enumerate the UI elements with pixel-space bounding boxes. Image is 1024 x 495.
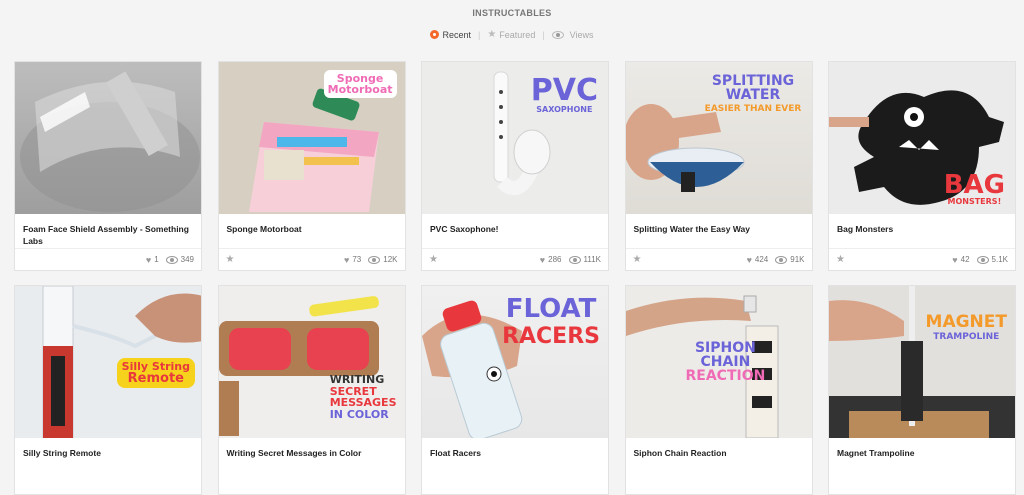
star-icon[interactable]: ★ xyxy=(429,254,438,265)
project-grid: Foam Face Shield Assembly - Something La… xyxy=(14,61,1016,495)
thumbnail-label: Silly String Remote xyxy=(116,358,195,388)
filter-recent[interactable]: Recent xyxy=(430,30,471,40)
eye-icon xyxy=(775,255,788,264)
view-count: 5.1K xyxy=(991,255,1008,265)
project-thumbnail[interactable]: FLOAT RACERS xyxy=(422,286,608,438)
project-card[interactable]: FLOAT RACERS Float Racers xyxy=(421,285,609,495)
like-count: 424 xyxy=(754,255,769,265)
project-thumbnail[interactable]: BAG MONSTERS! xyxy=(829,62,1015,214)
project-thumbnail[interactable]: PVC SAXOPHONE xyxy=(422,62,608,214)
eye-icon xyxy=(976,255,989,264)
thumbnail-label: BAG MONSTERS! xyxy=(943,170,1005,206)
filter-featured-label: Featured xyxy=(499,29,536,40)
thumbnail-label: SIPHON CHAIN REACTION xyxy=(685,340,766,384)
thumbnail-label: WRITING SECRET MESSAGES IN COLOR xyxy=(329,373,397,421)
project-title[interactable]: Siphon Chain Reaction xyxy=(626,438,812,473)
project-thumbnail[interactable]: WRITING SECRET MESSAGES IN COLOR xyxy=(218,286,405,438)
project-thumbnail[interactable]: SIPHON CHAIN REACTION xyxy=(625,286,812,438)
filter-recent-label: Recent xyxy=(442,29,471,40)
project-card[interactable]: MAGNET TRAMPOLINE Magnet Trampoline xyxy=(828,285,1016,495)
project-card[interactable]: BAG MONSTERS! Bag Monsters ★ ♥ 42 5.1K xyxy=(828,61,1016,271)
project-thumbnail[interactable]: Sponge Motorboat xyxy=(218,62,405,214)
project-title[interactable]: Sponge Motorboat xyxy=(219,214,405,248)
like-count: 286 xyxy=(548,255,562,265)
filter-views-label: Views xyxy=(569,29,594,40)
view-count: 111K xyxy=(583,255,602,265)
project-title[interactable]: Float Racers xyxy=(422,438,608,473)
divider: | xyxy=(542,29,545,40)
project-card[interactable]: WRITING SECRET MESSAGES IN COLOR Writing… xyxy=(217,285,406,495)
project-title[interactable]: PVC Saxophone! xyxy=(422,214,608,248)
view-count: 12K xyxy=(383,255,398,265)
like-count: 1 xyxy=(154,255,159,265)
project-title[interactable]: Foam Face Shield Assembly - Something La… xyxy=(15,214,201,248)
divider: | xyxy=(477,29,481,40)
heart-icon: ♥ xyxy=(952,254,958,265)
eye-icon xyxy=(368,255,381,264)
heart-icon: ♥ xyxy=(746,254,752,265)
recent-icon xyxy=(430,30,440,39)
thumbnail-label: PVC SAXOPHONE xyxy=(530,73,598,114)
star-icon[interactable]: ★ xyxy=(226,254,235,265)
project-card[interactable]: Foam Face Shield Assembly - Something La… xyxy=(14,61,202,271)
filter-featured[interactable]: ★ Featured xyxy=(487,29,535,40)
thumbnail-label: SPLITTING WATER EASIER THAN EVER xyxy=(704,73,802,114)
project-thumbnail[interactable] xyxy=(15,62,201,214)
eye-icon xyxy=(551,30,564,39)
project-title[interactable]: Silly String Remote xyxy=(15,438,201,473)
heart-icon: ♥ xyxy=(539,254,546,265)
project-card[interactable]: SIPHON CHAIN REACTION Siphon Chain React… xyxy=(624,285,813,495)
project-thumbnail[interactable]: MAGNET TRAMPOLINE xyxy=(829,286,1015,438)
project-stats: ★ ♥ 42 5.1K xyxy=(829,248,1015,270)
sort-filters: Recent | ★ Featured | Views xyxy=(0,29,1024,40)
project-thumbnail[interactable]: SPLITTING WATER EASIER THAN EVER xyxy=(625,62,812,214)
eye-icon xyxy=(165,255,178,264)
project-stats: ★ ♥ 424 91K xyxy=(625,248,812,270)
thumbnail-label: MAGNET TRAMPOLINE xyxy=(925,312,1007,342)
star-icon: ★ xyxy=(487,29,497,40)
project-stats: ★ ♥ 73 12K xyxy=(218,248,405,270)
thumbnail-label: Sponge Motorboat xyxy=(323,70,397,98)
project-stats: ♥ 1 349 xyxy=(15,248,201,270)
thumbnail-label: FLOAT RACERS xyxy=(502,294,600,349)
project-title[interactable]: Splitting Water the Easy Way xyxy=(626,214,812,248)
heart-icon: ♥ xyxy=(145,254,152,265)
view-count: 349 xyxy=(180,255,194,265)
project-card[interactable]: Silly String Remote Silly String Remote xyxy=(14,285,202,495)
section-title: INSTRUCTABLES xyxy=(472,8,552,18)
like-count: 42 xyxy=(960,255,970,265)
project-title[interactable]: Writing Secret Messages in Color xyxy=(219,438,405,473)
star-icon[interactable]: ★ xyxy=(836,254,845,265)
face-shield-image xyxy=(20,71,200,212)
filter-views[interactable]: Views xyxy=(551,29,594,40)
project-thumbnail[interactable]: Silly String Remote xyxy=(15,286,201,438)
magnet-trampoline-image xyxy=(829,286,1015,438)
view-count: 91K xyxy=(790,255,805,265)
project-card[interactable]: PVC SAXOPHONE PVC Saxophone! ★ ♥ 286 111… xyxy=(421,61,609,271)
heart-icon: ♥ xyxy=(344,254,350,265)
star-icon[interactable]: ★ xyxy=(633,254,642,265)
project-card[interactable]: SPLITTING WATER EASIER THAN EVER Splitti… xyxy=(624,61,813,271)
eye-icon xyxy=(568,255,581,264)
project-title[interactable]: Magnet Trampoline xyxy=(829,438,1015,473)
project-title[interactable]: Bag Monsters xyxy=(829,214,1015,248)
project-card[interactable]: Sponge Motorboat Sponge Motorboat ★ ♥ 73 … xyxy=(217,61,406,271)
project-stats: ★ ♥ 286 111K xyxy=(422,248,608,270)
like-count: 73 xyxy=(352,255,362,265)
